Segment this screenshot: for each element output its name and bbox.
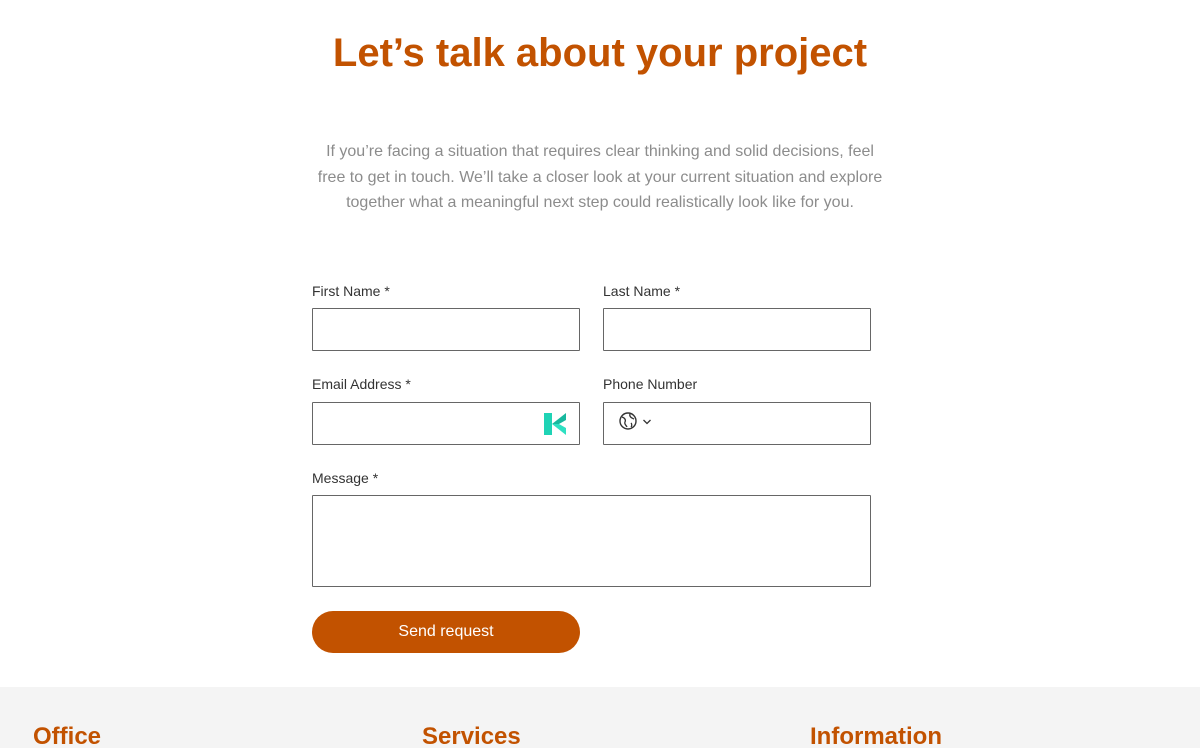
message-label: Message *: [312, 470, 379, 486]
k-extension-icon[interactable]: [544, 413, 566, 435]
globe-icon: [618, 411, 638, 436]
email-label: Email Address *: [312, 376, 411, 392]
first-name-input[interactable]: [312, 308, 580, 351]
last-name-label: Last Name *: [603, 283, 681, 299]
footer-heading-services: Services: [422, 723, 521, 748]
footer-heading-information: Information: [810, 723, 942, 748]
first-name-label: First Name *: [312, 283, 390, 299]
message-textarea[interactable]: [312, 495, 871, 587]
country-code-dropdown[interactable]: [618, 411, 652, 436]
page-title: Let’s talk about your project: [332, 31, 868, 75]
send-request-button[interactable]: Send request: [312, 611, 580, 653]
footer-heading-office: Office: [33, 723, 102, 748]
phone-label: Phone Number: [603, 376, 698, 392]
intro-text: If you’re facing a situation that requir…: [317, 143, 883, 211]
site-footer: Office Services Information: [0, 687, 1200, 748]
email-input[interactable]: [312, 402, 580, 445]
contact-page: Let’s talk about your project If you’re …: [0, 0, 1200, 748]
last-name-input[interactable]: [603, 308, 871, 351]
chevron-down-icon: [642, 414, 652, 432]
